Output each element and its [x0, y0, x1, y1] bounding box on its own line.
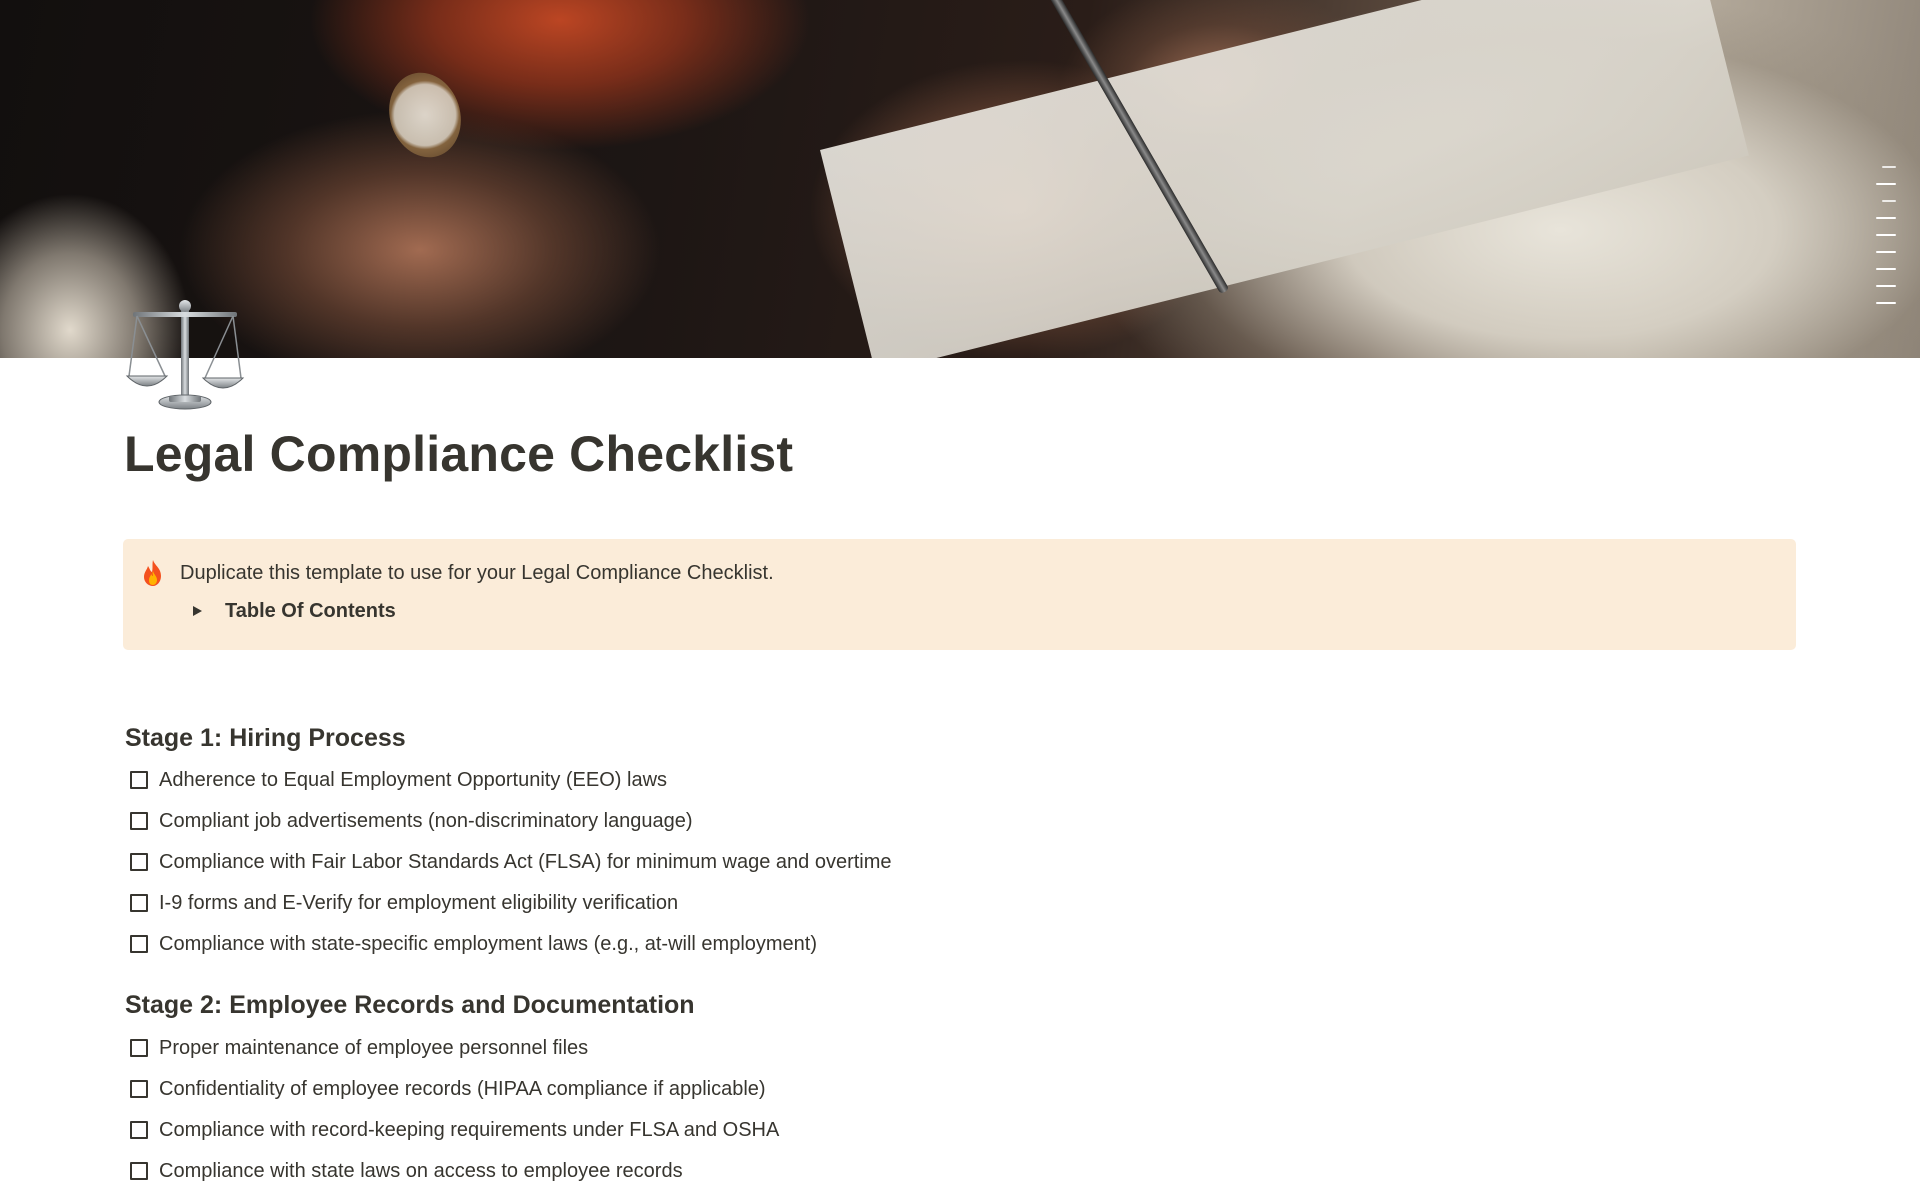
triangle-right-icon[interactable] [185, 599, 209, 623]
todo-item: Adherence to Equal Employment Opportunit… [124, 764, 667, 796]
cover-watch-shape [378, 63, 472, 167]
todo-item: Confidentiality of employee records (HIP… [124, 1073, 766, 1105]
todo-item: I-9 forms and E-Verify for employment el… [124, 887, 678, 919]
todo-item: Compliance with Fair Labor Standards Act… [124, 846, 892, 878]
todo-item: Proper maintenance of employee personnel… [124, 1032, 588, 1064]
todo-text[interactable]: Compliance with Fair Labor Standards Act… [159, 849, 892, 875]
todo-checkbox[interactable] [130, 1080, 148, 1098]
todo-text[interactable]: Adherence to Equal Employment Opportunit… [159, 767, 667, 793]
todo-checkbox[interactable] [130, 853, 148, 871]
todo-item: Compliance with state-specific employmen… [124, 928, 817, 960]
toggle-label[interactable]: Table Of Contents [225, 598, 396, 624]
section-heading[interactable]: Stage 2: Employee Records and Documentat… [125, 989, 695, 1021]
outline-line[interactable] [1876, 268, 1896, 270]
todo-text[interactable]: Compliance with state-specific employmen… [159, 931, 817, 957]
todo-text[interactable]: Confidentiality of employee records (HIP… [159, 1076, 766, 1102]
todo-item: Compliance with record-keeping requireme… [124, 1114, 779, 1146]
todo-checkbox[interactable] [130, 1121, 148, 1139]
todo-checkbox[interactable] [130, 812, 148, 830]
todo-checkbox[interactable] [130, 1162, 148, 1180]
table-of-contents-toggle[interactable]: Table Of Contents [185, 598, 396, 624]
outline-line[interactable] [1876, 234, 1896, 236]
todo-checkbox[interactable] [130, 771, 148, 789]
balance-scale-icon[interactable] [125, 298, 245, 416]
callout-text[interactable]: Duplicate this template to use for your … [180, 560, 774, 586]
todo-text[interactable]: Compliance with record-keeping requireme… [159, 1117, 779, 1143]
callout-block[interactable]: Duplicate this template to use for your … [123, 539, 1796, 650]
outline-line[interactable] [1876, 251, 1896, 253]
todo-text[interactable]: I-9 forms and E-Verify for employment el… [159, 890, 678, 916]
todo-checkbox[interactable] [130, 1039, 148, 1057]
outline-line[interactable] [1876, 217, 1896, 219]
outline-line[interactable] [1876, 183, 1896, 185]
outline-line[interactable] [1882, 166, 1896, 168]
section-heading[interactable]: Stage 1: Hiring Process [125, 722, 406, 754]
outline-line[interactable] [1876, 302, 1896, 304]
todo-checkbox[interactable] [130, 894, 148, 912]
outline-line[interactable] [1876, 285, 1896, 287]
todo-text[interactable]: Compliance with state laws on access to … [159, 1158, 683, 1184]
todo-checkbox[interactable] [130, 935, 148, 953]
page-outline-indicator[interactable] [1874, 166, 1896, 304]
cover-paper-shape [820, 0, 1749, 358]
todo-item: Compliant job advertisements (non-discri… [124, 805, 693, 837]
outline-line[interactable] [1882, 200, 1896, 202]
cover-image[interactable] [0, 0, 1920, 358]
notion-page: Legal Compliance Checklist Duplicate thi… [0, 0, 1920, 1199]
todo-text[interactable]: Proper maintenance of employee personnel… [159, 1035, 588, 1061]
todo-text[interactable]: Compliant job advertisements (non-discri… [159, 808, 693, 834]
fire-icon[interactable] [141, 559, 165, 587]
todo-item: Compliance with state laws on access to … [124, 1155, 683, 1187]
page-title[interactable]: Legal Compliance Checklist [124, 418, 793, 490]
